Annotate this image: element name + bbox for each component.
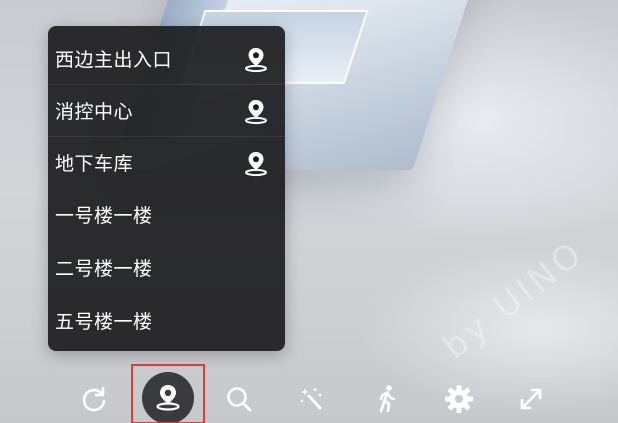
menu-item-underground-garage[interactable]: 地下车库 [48,136,285,188]
effects-button[interactable] [296,382,330,416]
menu-item-fire-control-center[interactable]: 消控中心 [48,84,285,136]
walk-icon [379,385,396,413]
location-pin-icon[interactable] [242,45,270,73]
scene-viewport[interactable]: by UINO 西边主出入口 消控中心 地下车库 一号楼一楼 二号楼一楼 五号楼… [0,0,618,423]
menu-item-label: 二号楼一楼 [55,257,153,280]
menu-item-label: 一号楼一楼 [55,204,153,227]
menu-item-label: 西边主出入口 [55,48,173,71]
location-pin-icon[interactable] [242,97,270,125]
fullscreen-button[interactable] [514,382,548,416]
gear-icon [445,385,473,413]
search-button[interactable] [222,382,256,416]
menu-item-building-1-floor-1[interactable]: 一号楼一楼 [48,188,285,240]
refresh-icon [82,386,106,412]
menu-item-building-2-floor-1[interactable]: 二号楼一楼 [48,241,285,293]
location-pin-icon[interactable] [242,149,270,177]
menu-item-label: 地下车库 [55,152,134,175]
walk-mode-button[interactable] [370,382,404,416]
settings-button[interactable] [442,382,476,416]
watermark: by UINO [435,232,593,368]
menu-item-label: 消控中心 [55,100,134,123]
active-highlight-frame [131,364,205,423]
refresh-button[interactable] [77,382,111,416]
menu-item-building-5-floor-1[interactable]: 五号楼一楼 [48,294,285,346]
menu-item-west-main-entrance[interactable]: 西边主出入口 [48,32,285,84]
magic-wand-icon [300,387,322,410]
menu-item-label: 五号楼一楼 [55,310,153,333]
search-icon [227,387,252,412]
location-menu: 西边主出入口 消控中心 地下车库 一号楼一楼 二号楼一楼 五号楼一楼 [48,26,285,351]
fullscreen-icon [520,388,542,410]
